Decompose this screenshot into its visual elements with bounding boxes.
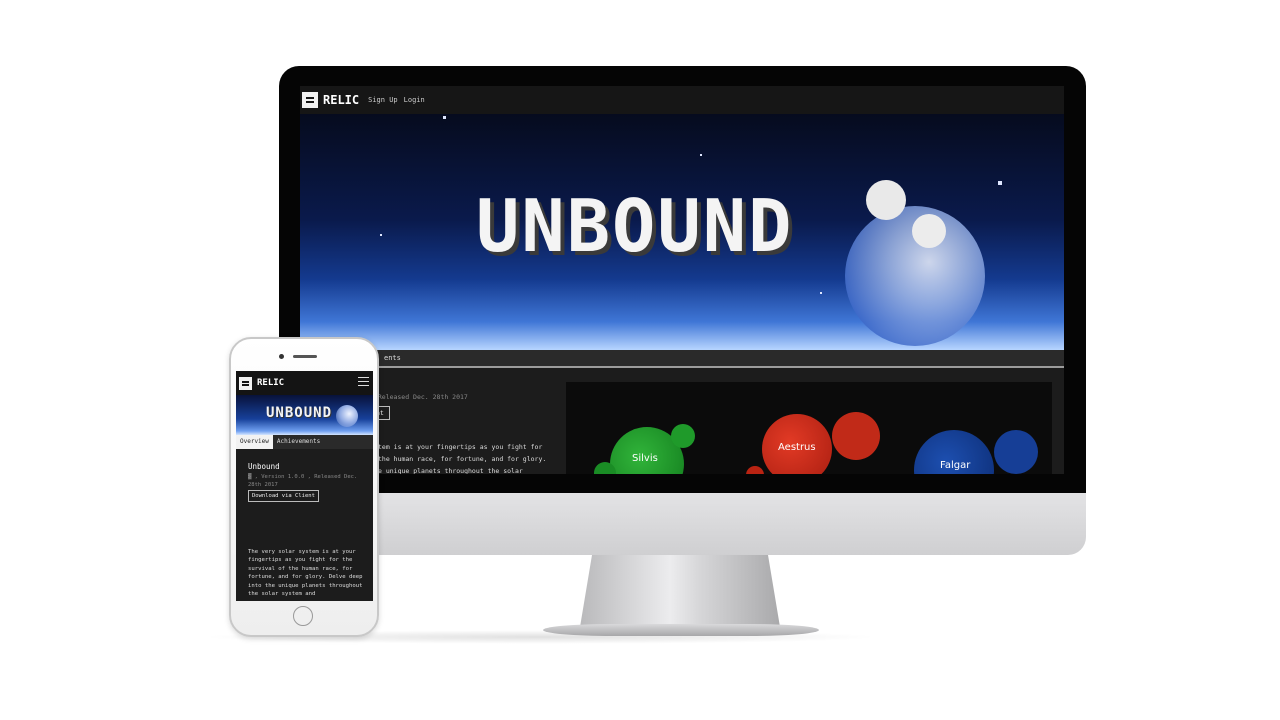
planet-falgar-moon	[994, 430, 1038, 474]
planet-aestrus-moon	[746, 466, 764, 474]
login-link[interactable]: Login	[404, 96, 425, 104]
planet-moon-graphic	[336, 405, 358, 427]
relic-logo-icon[interactable]	[239, 376, 252, 390]
hero-banner: UNBOUND	[300, 114, 1064, 350]
star	[443, 116, 446, 119]
planet-label: Falgar	[940, 460, 971, 471]
star	[998, 181, 1002, 185]
planet-label: Aestrus	[778, 442, 816, 453]
brand-name[interactable]: RELIC	[323, 93, 359, 107]
mobile-navbar: RELIC	[236, 371, 373, 395]
imac-chin	[279, 493, 1086, 555]
game-meta: , Released Dec. 28th 2017	[370, 393, 468, 401]
relic-logo-icon[interactable]	[302, 92, 318, 108]
planet-label: Silvis	[632, 453, 658, 464]
desktop-screen: RELIC Sign Up Login UNBOUND ents , Relea…	[300, 86, 1064, 474]
star	[380, 234, 382, 236]
download-via-client-button[interactable]: Download via Client	[248, 490, 319, 502]
hero-title: UNBOUND	[476, 184, 794, 268]
mobile-tabs: Overview Achievements	[236, 435, 373, 449]
sign-up-link[interactable]: Sign Up	[368, 96, 398, 104]
imac-stand	[580, 555, 780, 627]
imac-stand-base	[543, 624, 819, 636]
desktop-navbar: RELIC Sign Up Login	[300, 86, 1064, 114]
hamburger-icon[interactable]	[358, 377, 369, 388]
mobile-hero-title: UNBOUND	[266, 405, 333, 421]
planet-aestrus-moon	[832, 412, 880, 460]
star	[820, 292, 822, 294]
game-title: Unbound	[248, 462, 280, 471]
star	[700, 154, 702, 156]
moon-blob	[912, 214, 946, 248]
phone-camera	[279, 354, 284, 359]
game-description: The very solar system is at your fingert…	[248, 549, 363, 598]
mobile-screen: RELIC UNBOUND Overview Achievements Unbo…	[236, 371, 373, 601]
tab-overview[interactable]: Overview	[236, 435, 273, 449]
planet-silvis-moon	[671, 424, 695, 448]
moon-blob	[866, 180, 906, 220]
brand-name[interactable]: RELIC	[257, 378, 284, 388]
planets-preview: Silvis Aestrus Falgar	[566, 382, 1052, 474]
tab-achievements[interactable]: ents	[378, 354, 407, 362]
tab-achievements[interactable]: Achievements	[273, 435, 324, 449]
phone-speaker	[293, 355, 317, 358]
mobile-hero-banner: UNBOUND	[236, 395, 373, 435]
desktop-tabs: ents	[300, 350, 1064, 368]
phone-home-button	[293, 606, 313, 626]
game-meta: ▓ , Version 1.0.0 , Released Dec. 28th 2…	[248, 474, 358, 488]
game-description: tem is at your fingertips as you fight f…	[378, 443, 547, 474]
